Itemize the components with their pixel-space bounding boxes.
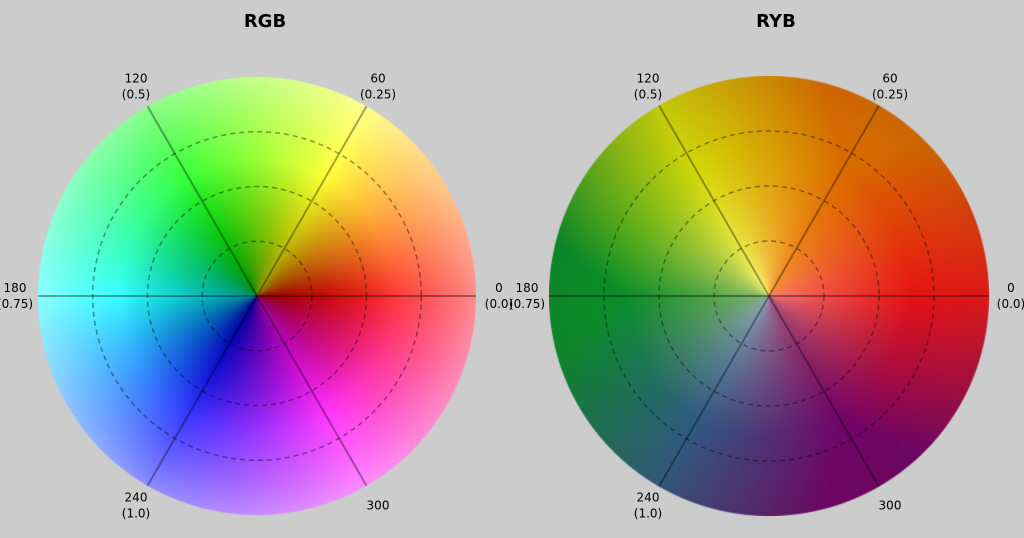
ryb-angle-label-240-line-1: 240 [637,491,660,505]
ryb-angle-label-0-line-1: 0 [1007,281,1015,295]
rgb-angle-label-240-line-2: (1.0) [122,507,150,521]
ryb-angle-label-60-line-2: (0.25) [872,87,908,101]
rgb-angle-label-180-line-1: 180 [4,281,27,295]
ryb-angle-label-0-line-2: (0.0) [997,297,1024,311]
ryb-angle-label-0: 0 (0.0) [997,281,1024,311]
rgb-angle-label-60-line-1: 60 [370,71,385,85]
ryb-angle-label-180: 180 (0.75) [509,281,545,311]
rgb-angle-label-120-line-1: 120 [125,71,148,85]
ryb-title: RYB [756,11,796,32]
rgb-angle-label-120-line-2: (0.5) [122,87,150,101]
ryb-angle-label-300: 300 [879,499,902,513]
rgb-title: RGB [244,11,286,32]
color-wheels-figure: RGB 0 (0.0) 60 (0.25) 120 (0.5) 180 (0.75) 240 (1… [0,11,1024,521]
rgb-angle-label-60-line-2: (0.25) [360,87,396,101]
rgb-angle-label-300: 300 [367,499,390,513]
ryb-angle-label-240-line-2: (1.0) [634,507,662,521]
rgb-panel: RGB 0 (0.0)60 (0.25)120 (0.5)180 (0.75)240 (1… [0,11,513,521]
rgb-angle-label-0-line-1: 0 [495,281,503,295]
ryb-panel: RYB 0 (0.0) 60 (0.25) 120 (0.5) 180 (0.75) 240 (1… [509,11,1024,521]
ryb-angle-label-300-line-1: 300 [879,499,902,513]
ryb-angle-label-60-line-1: 60 [882,71,897,85]
rgb-angle-label-180-line-2: (0.75) [0,297,33,311]
ryb-angle-label-180-line-2: (0.75) [509,297,545,311]
rgb-angle-label-300-line-1: 300 [367,499,390,513]
ryb-angle-label-120-line-2: (0.5) [634,87,662,101]
ryb-angle-label-180-line-1: 180 [516,281,539,295]
ryb-angle-label-120-line-1: 120 [637,71,660,85]
rgb-angle-label-240-line-1: 240 [125,491,148,505]
rgb-angle-label-180: 180 (0.75) [0,281,33,311]
